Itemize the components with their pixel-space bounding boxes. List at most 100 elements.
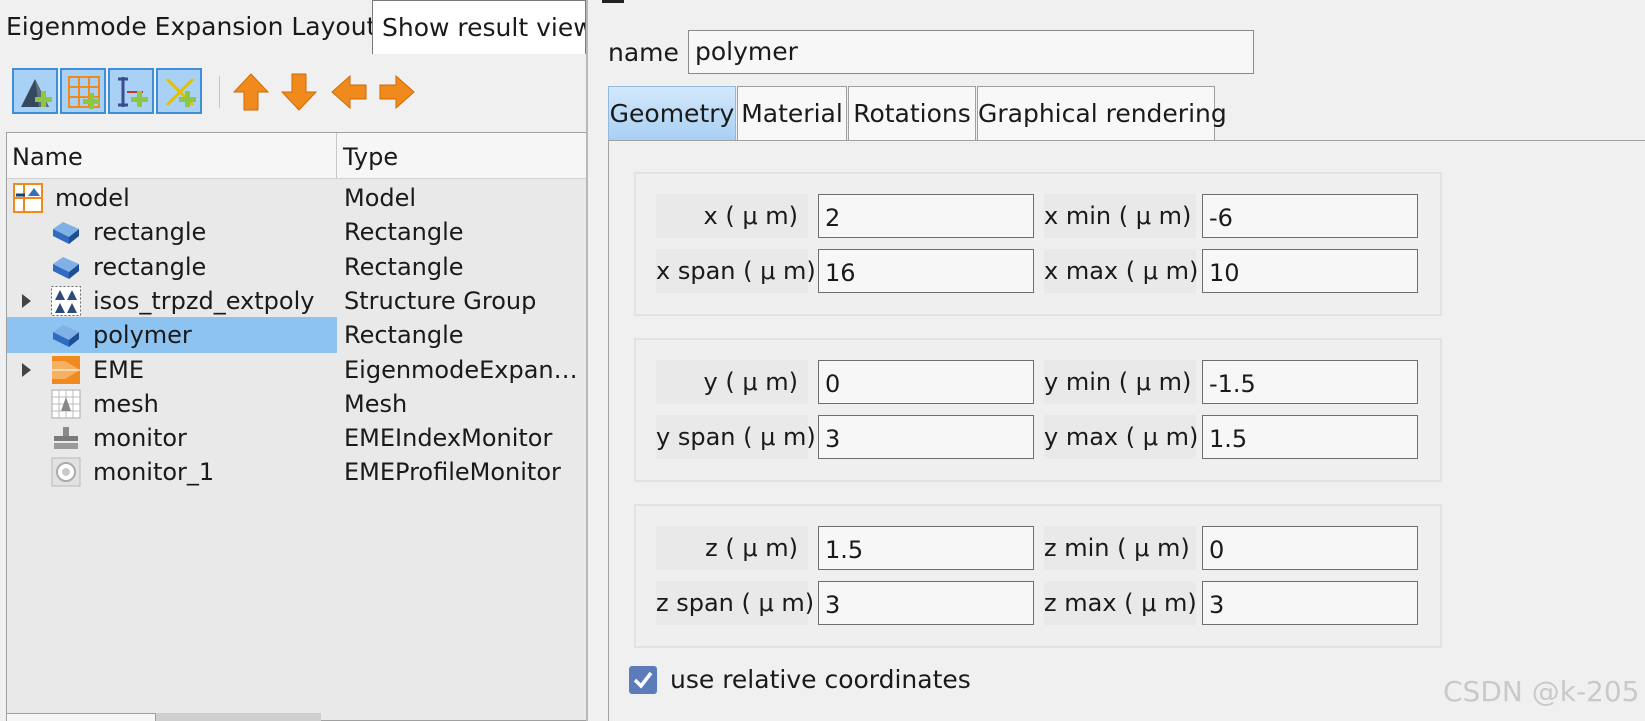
add-monitor-icon: [118, 77, 148, 107]
rectangle-icon: [51, 320, 81, 350]
add-source-button[interactable]: [156, 68, 202, 114]
move-down-button[interactable]: [280, 72, 318, 112]
tree-row-name: rectangle: [93, 218, 207, 247]
tree-row-type: Rectangle: [344, 218, 464, 247]
profile-monitor-icon: [51, 457, 81, 487]
y-min-input[interactable]: -1.5: [1202, 360, 1418, 404]
x-max-label: x max ( μ m): [1044, 249, 1198, 293]
tree-row[interactable]: mesh Mesh: [7, 386, 586, 422]
relative-coordinates-label: use relative coordinates: [670, 665, 971, 694]
object-tree: Name Type model Model rectangle Rectangle re…: [6, 132, 586, 721]
relative-coordinates-checkbox[interactable]: [629, 666, 657, 694]
tree-row[interactable]: rectangle Rectangle: [7, 249, 586, 285]
mesh-icon: [51, 389, 81, 419]
tree-row-name: mesh: [93, 389, 159, 418]
tab-graphical-rendering[interactable]: Graphical rendering: [977, 86, 1227, 140]
bottom-tab[interactable]: [156, 713, 321, 721]
x-label: x ( μ m): [656, 194, 808, 238]
x-span-label: x span ( μ m): [656, 249, 816, 293]
tree-row[interactable]: model Model: [7, 180, 586, 216]
layout-panel: Eigenmode Expansion Layout Show result v…: [0, 0, 586, 721]
z-input[interactable]: 1.5: [818, 526, 1034, 570]
expand-arrow-icon[interactable]: [22, 362, 31, 377]
tree-row[interactable]: rectangle Rectangle: [7, 214, 586, 250]
expand-arrow-icon[interactable]: [22, 293, 31, 308]
tree-row-type: EMEIndexMonitor: [344, 424, 553, 453]
tab-geometry[interactable]: Geometry: [608, 86, 736, 140]
tree-row-name: polymer: [93, 321, 192, 350]
add-source-icon: [165, 77, 196, 107]
tree-row-type: Structure Group: [344, 286, 537, 315]
tree-row-name: rectangle: [93, 252, 207, 281]
toolbar-separator: [219, 76, 220, 108]
x-input[interactable]: 2: [818, 194, 1034, 238]
watermark: CSDN @k-205: [1443, 675, 1640, 708]
move-right-arrow-icon: [379, 74, 415, 110]
tree-header: Name Type: [7, 133, 586, 179]
z-max-label: z max ( μ m): [1044, 581, 1197, 625]
model-icon: [13, 183, 43, 213]
tree-row-type: EigenmodeExpan…: [344, 355, 578, 384]
tree-row-type: Mesh: [344, 389, 408, 418]
y-max-label: y max ( μ m): [1044, 415, 1198, 459]
add-structure-button[interactable]: [12, 68, 58, 114]
move-down-arrow-icon: [280, 73, 318, 111]
x-min-input[interactable]: -6: [1202, 194, 1418, 238]
column-header-name[interactable]: Name: [7, 133, 337, 178]
y-span-input[interactable]: 3: [818, 415, 1034, 459]
tree-row-name: model: [55, 184, 130, 212]
name-input[interactable]: polymer: [688, 30, 1254, 74]
y-span-label: y span ( μ m): [656, 415, 816, 459]
tree-row[interactable]: EME EigenmodeExpan…: [7, 352, 586, 388]
tree-row[interactable]: monitor EMEIndexMonitor: [7, 420, 586, 456]
index-monitor-icon: [51, 423, 81, 453]
tab-material[interactable]: Material: [737, 86, 847, 140]
object-toolbar: [12, 68, 452, 118]
tree-row-name: EME: [93, 355, 145, 384]
checkmark-icon: [633, 671, 653, 689]
add-monitor-button[interactable]: [108, 68, 154, 114]
tree-row-name: monitor: [93, 424, 187, 453]
z-span-input[interactable]: 3: [818, 581, 1034, 625]
z-min-input[interactable]: 0: [1202, 526, 1418, 570]
tree-row-type: Model: [344, 184, 417, 212]
panel-marker: [602, 0, 624, 3]
tree-row[interactable]: monitor_1 EMEProfileMonitor: [7, 454, 586, 490]
add-mesh-icon: [68, 76, 100, 109]
bottom-tab[interactable]: [6, 713, 156, 721]
rectangle-icon: [51, 252, 81, 282]
show-result-view-button[interactable]: Show result view: [372, 0, 586, 54]
tree-row-name: isos_trpzd_extpoly: [93, 286, 315, 315]
y-input[interactable]: 0: [818, 360, 1034, 404]
add-mesh-button[interactable]: [60, 68, 106, 114]
add-structure-icon: [21, 79, 52, 107]
move-up-arrow-icon: [232, 73, 270, 111]
x-span-input[interactable]: 16: [818, 249, 1034, 293]
tree-row-name: monitor_1: [93, 458, 215, 487]
structure-group-icon: [51, 285, 81, 316]
z-label: z ( μ m): [656, 526, 808, 570]
y-min-label: y min ( μ m): [1044, 360, 1196, 404]
move-up-button[interactable]: [232, 72, 270, 112]
y-max-input[interactable]: 1.5: [1202, 415, 1418, 459]
tree-row-type: Rectangle: [344, 252, 464, 281]
tree-row-type: Rectangle: [344, 321, 464, 350]
z-max-input[interactable]: 3: [1202, 581, 1418, 625]
tree-row[interactable]: polymer Rectangle: [7, 317, 586, 354]
x-min-label: x min ( μ m): [1044, 194, 1196, 238]
y-label: y ( μ m): [656, 360, 808, 404]
z-span-label: z span ( μ m): [656, 581, 814, 625]
rectangle-icon: [51, 217, 81, 247]
move-left-arrow-icon: [331, 74, 367, 110]
x-max-input[interactable]: 10: [1202, 249, 1418, 293]
z-min-label: z min ( μ m): [1044, 526, 1196, 570]
tree-row-type: EMEProfileMonitor: [344, 458, 561, 487]
tree-row[interactable]: isos_trpzd_extpoly Structure Group: [7, 283, 586, 319]
layout-panel-title: Eigenmode Expansion Layout: [6, 12, 377, 41]
tab-rotations[interactable]: Rotations: [848, 86, 976, 140]
move-right-button[interactable]: [378, 72, 416, 112]
column-header-type[interactable]: Type: [338, 133, 586, 178]
eme-solver-icon: [51, 355, 81, 385]
name-label: name: [608, 38, 679, 67]
move-left-button[interactable]: [330, 72, 368, 112]
